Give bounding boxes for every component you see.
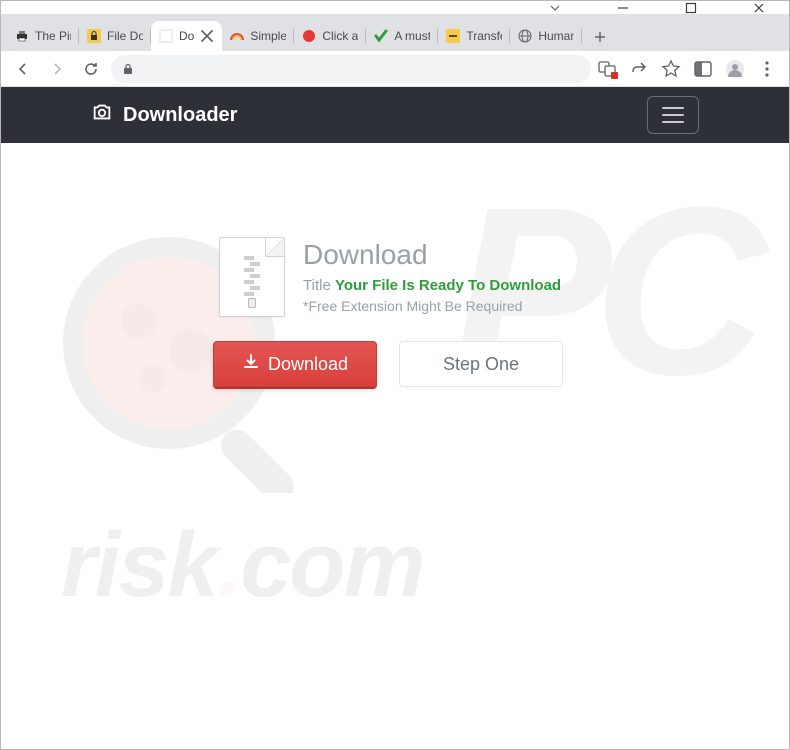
tab-click-a[interactable]: Click a (294, 21, 366, 51)
profile-avatar-icon[interactable] (725, 59, 745, 79)
window-chevron-icon[interactable] (533, 1, 577, 15)
page-viewport: Downloader PC (1, 87, 789, 749)
green-check-icon (374, 29, 388, 43)
toolbar-right (597, 59, 781, 79)
site-header: Downloader (1, 87, 789, 143)
step-one-button[interactable]: Step One (399, 341, 563, 387)
window-titlebar (1, 1, 789, 15)
kebab-menu-icon[interactable] (757, 59, 777, 79)
tab-label: Click a (322, 29, 358, 43)
download-heading: Download (303, 239, 561, 271)
download-title-line: Title Your File Is Ready To Download (303, 277, 561, 294)
brand-text: Downloader (123, 104, 237, 127)
nav-back-button[interactable] (9, 55, 37, 83)
tab-label: Simple (250, 29, 286, 43)
nav-forward-button[interactable] (43, 55, 71, 83)
printer-icon (15, 29, 29, 43)
window-close-button[interactable] (737, 1, 781, 15)
new-tab-button[interactable] (586, 23, 614, 51)
yellow-square-icon (446, 29, 460, 43)
side-panel-icon[interactable] (693, 59, 713, 79)
tab-do-active[interactable]: Do (151, 21, 222, 51)
tab-label: A must (394, 29, 430, 43)
tab-transfe[interactable]: Transfe (438, 21, 510, 51)
tab-label: Human (538, 29, 574, 43)
download-note: *Free Extension Might Be Required (303, 298, 561, 314)
tab-close-icon[interactable] (200, 29, 214, 43)
step-one-label: Step One (443, 354, 519, 375)
tab-label: File Do (107, 29, 143, 43)
tab-a-must[interactable]: A must (366, 21, 438, 51)
tab-simple[interactable]: Simple (222, 21, 294, 51)
tab-label: Do (179, 29, 194, 43)
tab-label: Transfe (466, 29, 502, 43)
nav-reload-button[interactable] (77, 55, 105, 83)
camera-icon (91, 101, 113, 129)
tab-human[interactable]: Human (510, 21, 582, 51)
browser-window: The Pir File Do Do Simple (0, 0, 790, 750)
rainbow-icon (230, 29, 244, 43)
address-bar (1, 51, 789, 87)
lock-icon (121, 62, 135, 76)
site-brand[interactable]: Downloader (91, 101, 237, 129)
window-maximize-button[interactable] (669, 1, 713, 15)
url-input[interactable] (111, 55, 591, 83)
translate-icon[interactable] (597, 59, 617, 79)
watermark-risk-text: risk.com (61, 513, 423, 618)
download-button-label: Download (268, 354, 348, 375)
lock-icon (87, 29, 101, 43)
title-ready: Your File Is Ready To Download (335, 277, 561, 294)
menu-toggle-button[interactable] (647, 96, 699, 134)
tab-label: The Pir (35, 29, 71, 43)
tab-the-pir[interactable]: The Pir (7, 21, 79, 51)
tab-strip: The Pir File Do Do Simple (1, 15, 789, 51)
watermark: PC risk.com (1, 143, 789, 749)
globe-icon (518, 29, 532, 43)
blank-favicon-icon (159, 29, 173, 43)
share-icon[interactable] (629, 59, 649, 79)
window-minimize-button[interactable] (601, 1, 645, 15)
download-button[interactable]: Download (213, 341, 377, 387)
title-prefix: Title (303, 277, 335, 294)
download-arrow-icon (242, 353, 268, 376)
bookmark-star-icon[interactable] (661, 59, 681, 79)
zip-file-icon (219, 237, 285, 317)
tab-file-do[interactable]: File Do (79, 21, 151, 51)
download-card: Download Title Your File Is Ready To Dow… (219, 237, 639, 387)
red-dot-icon (302, 29, 316, 43)
